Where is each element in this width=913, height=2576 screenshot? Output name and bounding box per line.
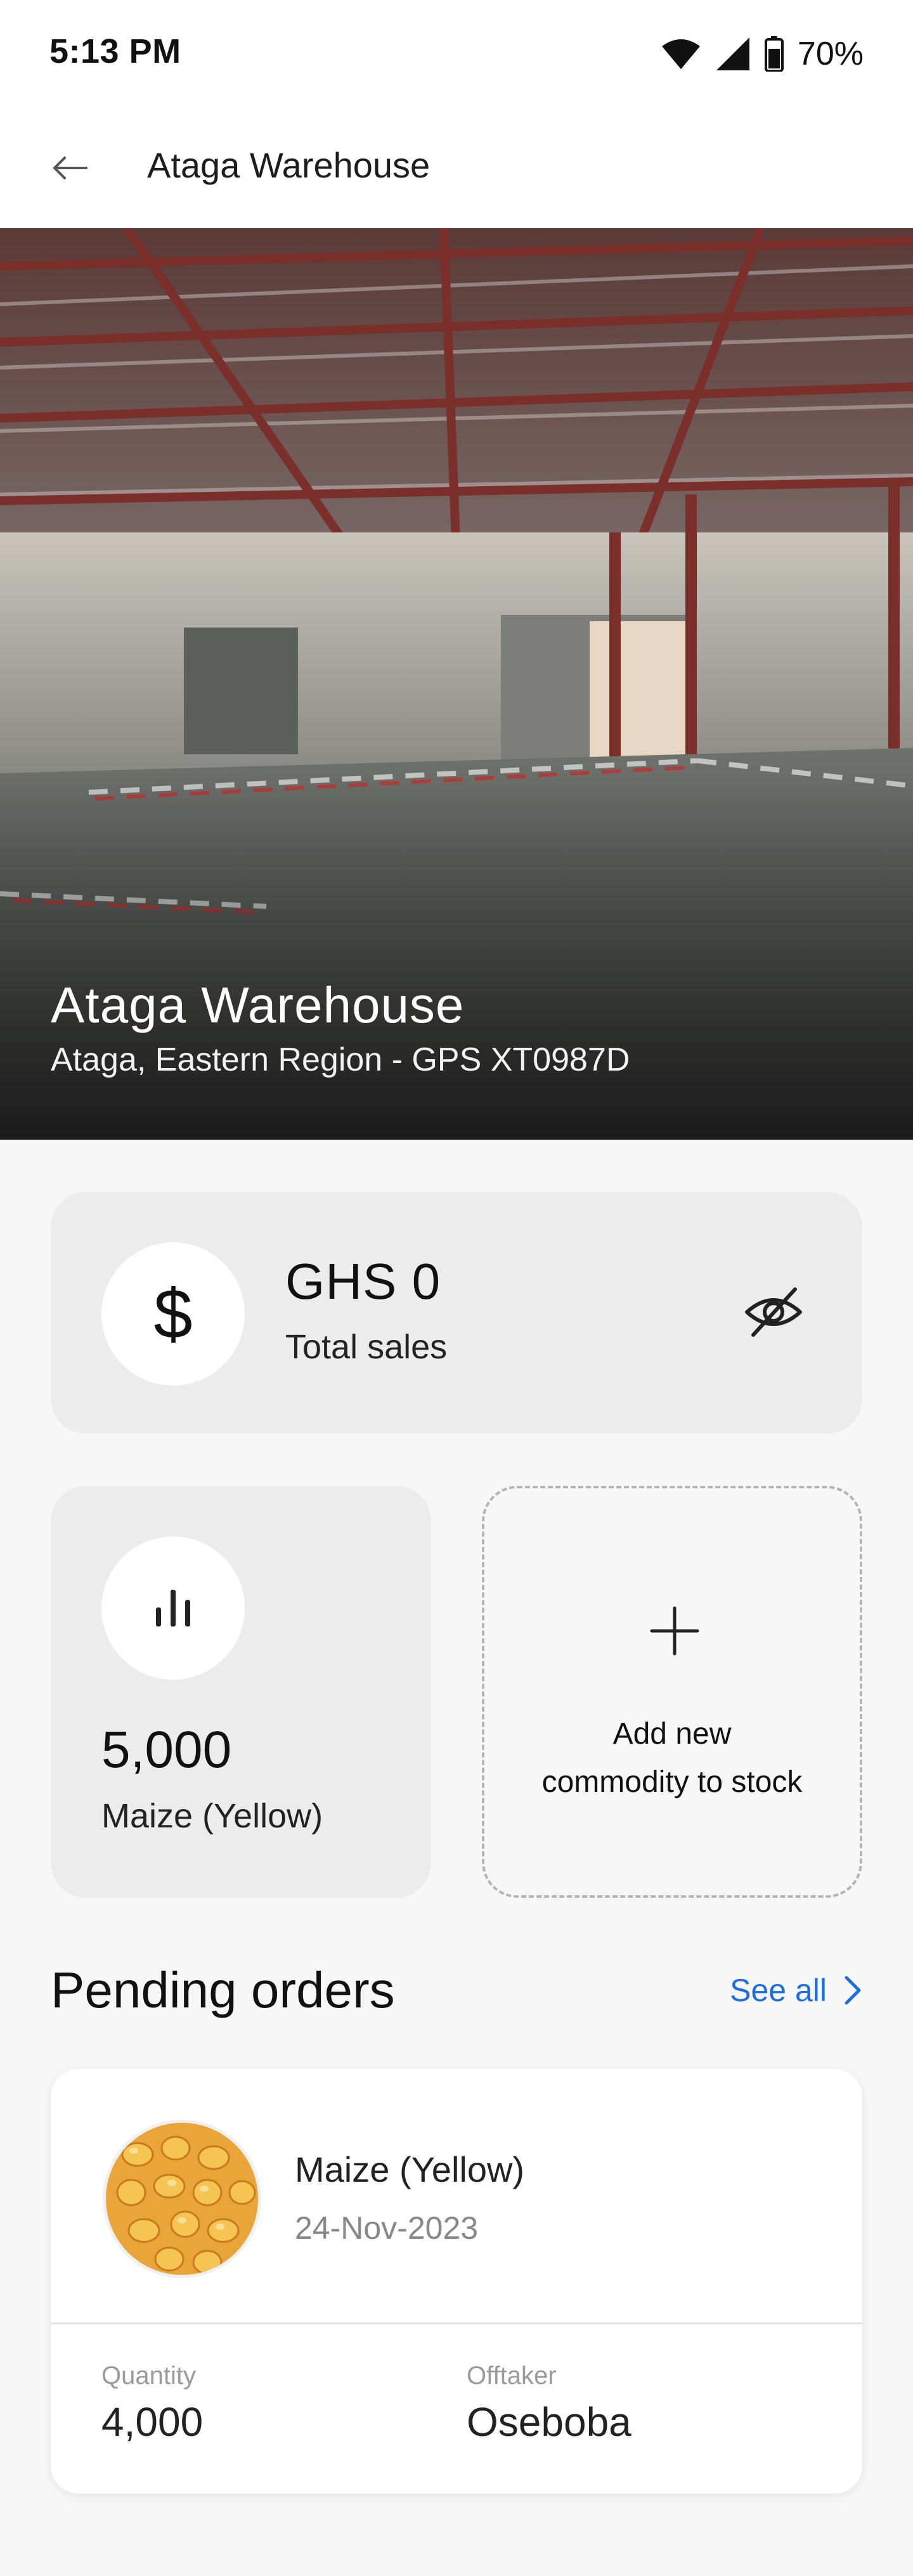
bar-chart-icon xyxy=(156,1590,190,1626)
pending-orders-title: Pending orders xyxy=(51,1962,395,2018)
order-offtaker-value: Oseboba xyxy=(467,2399,631,2445)
status-icons: 70% xyxy=(661,32,864,76)
see-all-label: See all xyxy=(730,1973,827,2008)
order-offtaker-label: Offtaker xyxy=(467,2362,557,2390)
battery-percent: 70% xyxy=(797,35,864,72)
hero-subtitle: Ataga, Eastern Region - GPS XT0987D xyxy=(51,1041,630,1078)
warehouse-hero-image: Ataga Warehouse Ataga, Eastern Region - … xyxy=(0,228,913,1140)
add-commodity-button[interactable]: Add new commodity to stock xyxy=(482,1486,862,1898)
see-all-link[interactable]: See all xyxy=(730,1965,862,2016)
order-quantity-value: 4,000 xyxy=(101,2399,204,2445)
add-commodity-label: Add new commodity to stock xyxy=(484,1710,860,1806)
status-time: 5:13 PM xyxy=(49,32,181,70)
signal-icon xyxy=(716,37,749,70)
app-bar-title: Ataga Warehouse xyxy=(147,145,431,185)
back-button[interactable] xyxy=(38,136,101,200)
total-sales-label: Total sales xyxy=(285,1328,448,1366)
pending-order-card[interactable]: Maize (Yellow) 24-Nov-2023 Quantity 4,00… xyxy=(51,2069,862,2494)
maize-thumbnail xyxy=(103,2120,261,2278)
total-sales-card: $ GHS 0 Total sales xyxy=(51,1192,862,1434)
chevron-right-icon xyxy=(845,1976,861,2005)
add-commodity-line1: Add new xyxy=(612,1717,732,1751)
order-commodity-name: Maize (Yellow) xyxy=(295,2149,525,2189)
wifi-icon xyxy=(661,39,700,69)
commodity-stock-card[interactable]: 5,000 Maize (Yellow) xyxy=(51,1486,431,1898)
order-quantity-label: Quantity xyxy=(101,2362,196,2390)
add-commodity-line2: commodity to stock xyxy=(541,1765,803,1799)
status-bar: 5:13 PM 70% xyxy=(0,0,913,108)
total-sales-amount: GHS 0 xyxy=(285,1253,441,1310)
dollar-icon: $ xyxy=(101,1242,245,1386)
battery-icon xyxy=(764,36,784,72)
order-divider xyxy=(51,2322,862,2324)
stock-quantity: 5,000 xyxy=(101,1721,232,1779)
toggle-visibility-button[interactable] xyxy=(729,1268,818,1356)
stock-commodity-name: Maize (Yellow) xyxy=(101,1797,323,1835)
eye-off-icon xyxy=(745,1287,802,1337)
plus-icon xyxy=(637,1593,713,1669)
arrow-left-icon xyxy=(53,157,87,179)
order-date: 24-Nov-2023 xyxy=(295,2210,479,2246)
app-bar: Ataga Warehouse xyxy=(0,108,913,228)
stock-icon-circle xyxy=(101,1536,245,1680)
hero-title: Ataga Warehouse xyxy=(51,977,465,1033)
